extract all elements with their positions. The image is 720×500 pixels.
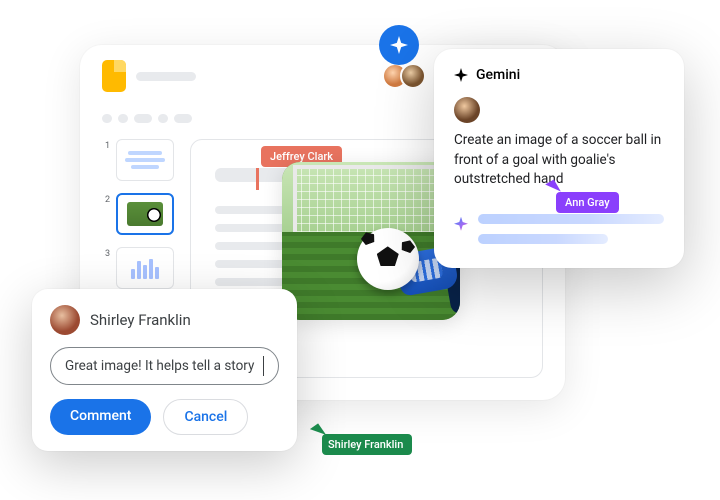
comment-author-avatar [50, 305, 80, 335]
chart-icon [131, 257, 159, 279]
gemini-title: Gemini [476, 67, 520, 83]
toolbar-item[interactable] [174, 114, 192, 123]
comment-author-name: Shirley Franklin [90, 311, 191, 329]
gemini-panel: Gemini Create an image of a soccer ball … [434, 49, 684, 268]
comment-input[interactable]: Great image! It helps tell a story [50, 347, 279, 385]
spark-icon [390, 36, 408, 54]
gemini-prompt-text: Create an image of a soccer ball in fron… [454, 131, 664, 190]
slides-logo-icon [102, 60, 126, 92]
collaborator-avatars [390, 63, 426, 89]
slide-thumbnail-2[interactable] [116, 193, 174, 235]
toolbar-item[interactable] [134, 114, 152, 123]
comment-submit-button[interactable]: Comment [50, 399, 151, 435]
doc-title-placeholder[interactable] [136, 72, 196, 81]
soccer-ball-icon [357, 228, 419, 290]
comment-popup: Shirley Franklin Great image! It helps t… [32, 289, 297, 451]
thumb-number: 3 [102, 247, 110, 259]
gemini-loading-lines [478, 214, 664, 244]
avatar[interactable] [400, 63, 426, 89]
spark-icon [454, 68, 468, 82]
collaborator-cursor-tag-ann: Ann Gray [556, 192, 619, 213]
collaborator-cursor-tag-shirley: Shirley Franklin [322, 434, 412, 455]
toolbar-item[interactable] [102, 114, 112, 123]
gemini-badge[interactable] [379, 25, 419, 65]
thumb-number: 1 [102, 139, 110, 151]
toolbar-item[interactable] [158, 114, 168, 123]
toolbar-item[interactable] [118, 114, 128, 123]
slide-thumbnail-3[interactable] [116, 247, 174, 289]
comment-cancel-button[interactable]: Cancel [163, 399, 248, 435]
thumb-number: 2 [102, 193, 110, 205]
gemini-user-avatar [454, 97, 480, 123]
collaborator-cursor-line [256, 168, 259, 190]
slide-thumbnail-1[interactable] [116, 139, 174, 181]
gemini-spark-icon [454, 217, 468, 231]
